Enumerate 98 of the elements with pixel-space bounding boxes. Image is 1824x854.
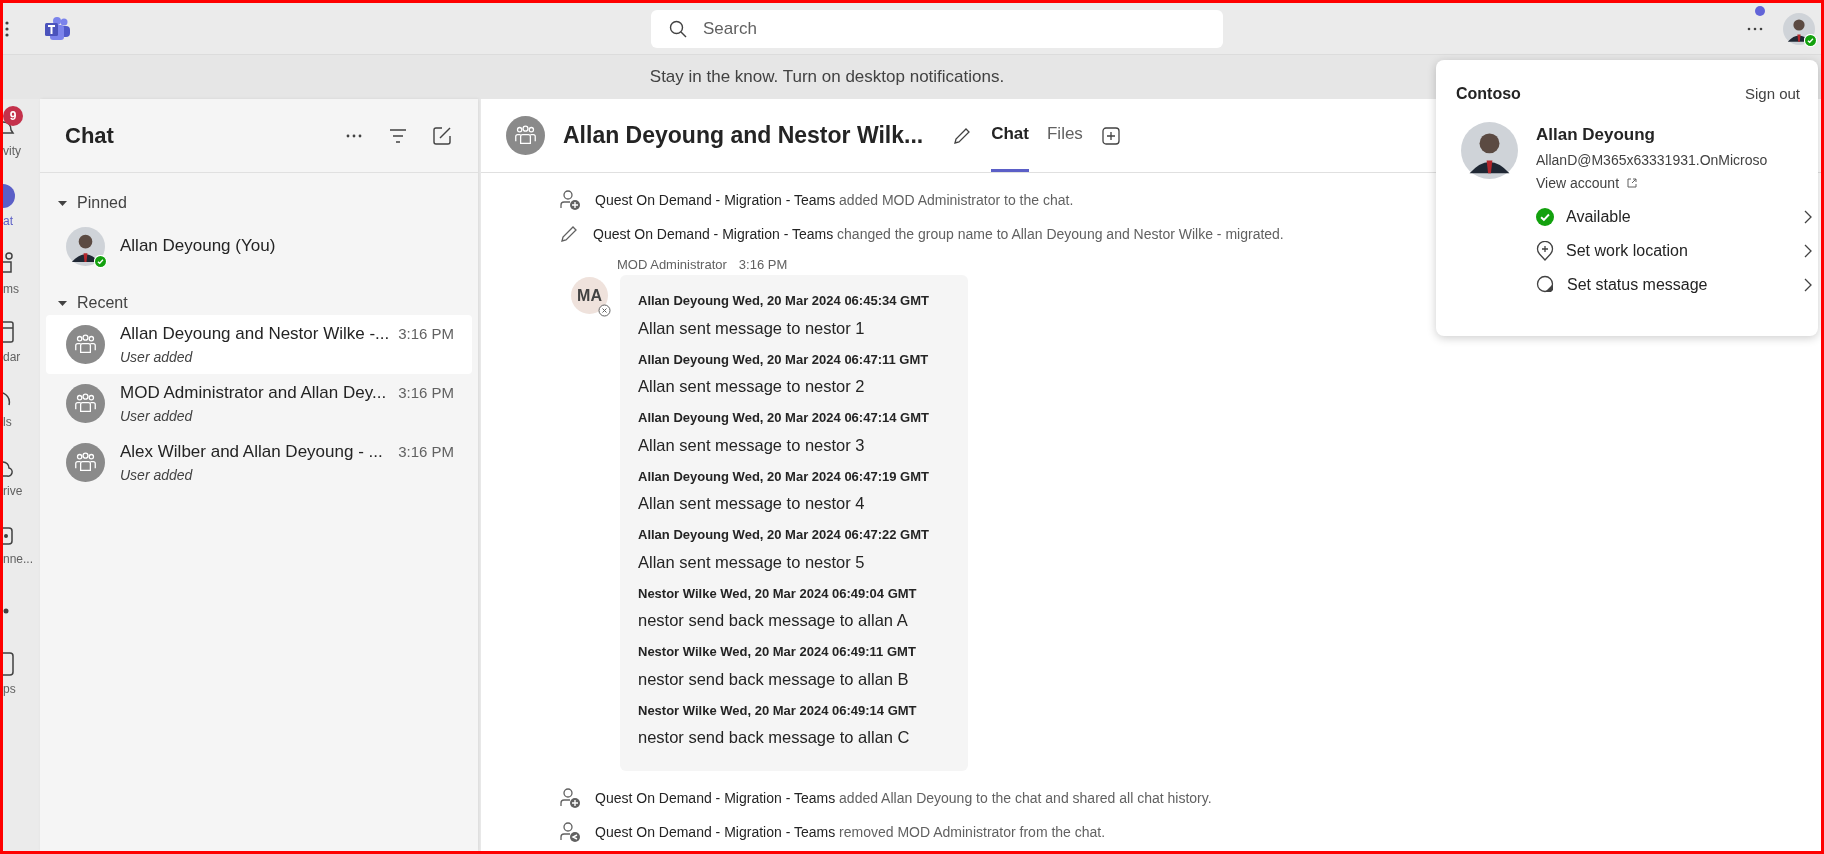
external-link-icon — [1627, 178, 1637, 188]
chat-preview: User added — [120, 406, 194, 426]
chat-name: Allan Deyoung and Nestor Wilke -... — [120, 323, 391, 346]
message-text: nestor send back message to allan B — [638, 668, 910, 690]
system-message: Quest On Demand - Migration - Teams removed MOD Administrator from the chat. — [595, 822, 1106, 842]
chat-list-title: Chat — [65, 122, 115, 150]
chat-preview: User added — [120, 465, 194, 485]
status-message-icon — [1536, 275, 1555, 294]
profile-menu-item[interactable]: Set status message — [1536, 267, 1812, 302]
person-add-icon — [559, 787, 581, 809]
chat-time: 3:16 PM — [398, 323, 454, 344]
plus-icon — [1101, 126, 1120, 145]
search-field[interactable]: Search — [651, 9, 1223, 48]
profile-email: AllanD@M365x63331931.OnMicroso — [1536, 150, 1768, 170]
location-add-icon — [1536, 240, 1554, 261]
chat-name: Alex Wilber and Allan Deyoung - ... — [120, 441, 384, 464]
chat-name: MOD Administrator and Allan Dey... — [120, 382, 388, 405]
message-header: Allan Deyoung Wed, 20 Mar 2024 06:47:19 GMT — [638, 467, 930, 486]
message-header: Allan Deyoung Wed, 20 Mar 2024 06:47:11 GMT — [638, 350, 930, 369]
more-icon — [1747, 26, 1763, 31]
chat-list-item[interactable]: Allan Deyoung and Nestor Wilke -... 3:16 PM User added — [46, 315, 472, 374]
contact-avatar — [66, 226, 105, 266]
chat-icon — [3, 184, 17, 208]
rail-tab[interactable]: dar — [3, 320, 21, 366]
connector-icon — [3, 526, 15, 546]
caret-icon — [58, 298, 67, 308]
message-header: Allan Deyoung Wed, 20 Mar 2024 06:47:14 GMT — [638, 409, 930, 427]
chat-preview: User added — [120, 347, 194, 367]
message-header: Allan Deyoung Wed, 20 Mar 2024 06:47:22 GMT — [638, 526, 930, 544]
chat-time: 3:16 PM — [398, 382, 454, 403]
message-text: Allan sent message to nestor 4 — [638, 493, 866, 514]
more-icon — [3, 607, 11, 615]
profile-menu-item[interactable]: Set work location — [1536, 233, 1812, 268]
rail-tab[interactable]: nne... — [3, 526, 34, 568]
chat-list-item[interactable]: MOD Administrator and Allan Dey... 3:16 PM User added — [46, 374, 472, 433]
conversation-title: Allan Deyoung and Nestor Wilk... — [563, 121, 924, 151]
available-icon — [1804, 33, 1817, 47]
profile-name: Allan Deyoung — [1536, 124, 1656, 146]
message-text: Allan sent message to nestor 5 — [638, 551, 866, 573]
available-icon — [94, 254, 107, 268]
system-message: Quest On Demand - Migration - Teams added Allan Deyoung to the chat and shared all chat history. — [595, 788, 1212, 808]
chat-time: 3:16 PM — [398, 441, 454, 462]
rail-tab[interactable]: rive — [3, 458, 23, 500]
section-toggle[interactable]: Pinned — [40, 191, 127, 215]
conversation-tab[interactable]: Files — [1046, 99, 1083, 172]
rail-tab[interactable]: ls — [3, 391, 15, 431]
notification-banner-text: Stay in the know. Turn on desktop notifications. — [649, 66, 1005, 89]
add-tab-button[interactable] — [1100, 125, 1121, 146]
chevron-right-icon — [1803, 277, 1812, 292]
message-header: Nestor Wilke Wed, 20 Mar 2024 06:49:04 GMT — [638, 584, 918, 603]
profile-avatar — [1461, 122, 1518, 179]
chat-name: Allan Deyoung (You) — [120, 235, 277, 258]
more-icon — [346, 133, 362, 138]
section-toggle[interactable]: Recent — [40, 291, 128, 315]
chat-list-item[interactable]: Allan Deyoung (You) — [46, 215, 472, 277]
group-avatar-icon — [66, 384, 105, 423]
conversation-tab[interactable]: Chat — [991, 99, 1029, 172]
sender-name: MOD Administrator — [617, 256, 727, 275]
teams-logo-icon[interactable] — [45, 16, 71, 41]
group-avatar-icon — [66, 325, 105, 364]
person-add-icon — [559, 189, 581, 211]
compose-icon — [432, 125, 452, 146]
profile-menu-item[interactable]: Available — [1536, 199, 1812, 234]
rail-tab[interactable]: ps — [3, 652, 16, 698]
notification-badge: 9 — [3, 106, 23, 126]
message-time: 3:16 PM — [738, 256, 788, 275]
message-text: nestor send back message to allan C — [638, 727, 911, 748]
message-text: nestor send back message to allan A — [638, 610, 909, 631]
message-text: Allan sent message to nestor 3 — [638, 434, 866, 456]
message-text: Allan sent message to nestor 1 — [638, 317, 866, 339]
sign-out-link[interactable]: Sign out — [1744, 82, 1800, 106]
system-message: Quest On Demand - Migration - Teams added MOD Administrator to the chat. — [595, 190, 1074, 210]
available-icon — [1536, 207, 1554, 226]
chevron-right-icon — [1803, 209, 1812, 224]
message-header: Allan Deyoung Wed, 20 Mar 2024 06:45:34 GMT — [638, 292, 930, 310]
chevron-right-icon — [1803, 243, 1812, 258]
message-text: Allan sent message to nestor 2 — [638, 376, 866, 397]
search-icon — [669, 19, 687, 38]
rail-tab[interactable]: at — [3, 184, 17, 230]
organization-name: Contoso — [1456, 84, 1521, 104]
pencil-icon — [559, 224, 579, 244]
filter-icon — [389, 128, 407, 143]
rail-tab[interactable]: ms — [3, 252, 19, 298]
group-avatar-icon — [506, 116, 545, 155]
chat-list-item[interactable]: Alex Wilber and Allan Deyoung - ... 3:16 PM User added — [46, 433, 472, 492]
rail-tab[interactable] — [3, 607, 11, 615]
blocked-status-icon — [598, 304, 611, 317]
sender-avatar: MA — [571, 277, 608, 314]
message-header: Nestor Wilke Wed, 20 Mar 2024 06:49:11 GMT — [638, 643, 917, 661]
apps-icon — [3, 652, 15, 676]
new-chat-button[interactable] — [431, 124, 453, 147]
system-message: Quest On Demand - Migration - Teams changed the group name to Allan Deyoung and Nestor Wilke - migrated. — [593, 224, 1284, 244]
view-account-link[interactable]: View account — [1536, 172, 1768, 194]
calendar-icon — [3, 320, 15, 344]
person-remove-icon — [559, 821, 581, 843]
message-header: Nestor Wilke Wed, 20 Mar 2024 06:49:14 GMT — [638, 701, 918, 720]
caret-icon — [58, 198, 67, 208]
group-avatar-icon — [66, 443, 105, 482]
